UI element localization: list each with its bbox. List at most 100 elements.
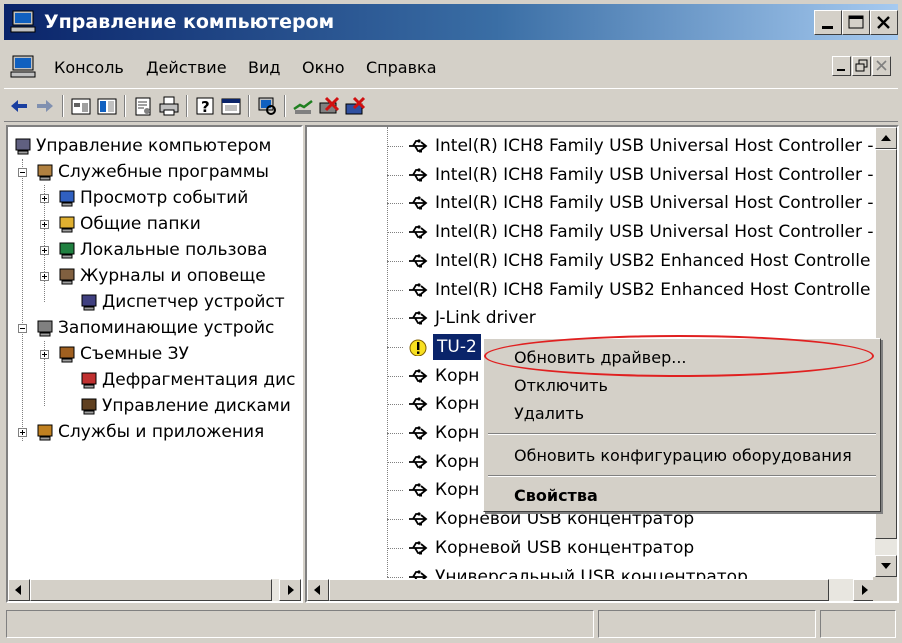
device-item-label: Корн [435, 365, 480, 386]
device-manager-icon [81, 294, 97, 311]
arrow-down-icon [881, 563, 891, 569]
minimize-icon [837, 69, 845, 71]
menu-item-properties[interactable]: Свойства [514, 486, 598, 505]
properties-icon[interactable] [132, 95, 154, 117]
scroll-left-button[interactable] [307, 579, 329, 601]
menu-console[interactable]: Консоль [54, 58, 124, 77]
toolbar-separator [62, 95, 64, 117]
scroll-thumb[interactable] [30, 579, 272, 601]
window-title: Управление компьютером [44, 11, 335, 33]
tree-connector [387, 547, 403, 549]
help-icon[interactable]: ? [194, 95, 216, 117]
scroll-left-button[interactable] [8, 579, 30, 601]
menu-view[interactable]: Вид [248, 58, 280, 77]
event-viewer-icon [59, 190, 75, 207]
defrag-icon [81, 372, 97, 389]
arrow-up-icon [881, 135, 891, 141]
minimize-button[interactable] [814, 10, 842, 35]
device-item-label: Корн [435, 480, 480, 501]
menu-window[interactable]: Окно [302, 58, 345, 77]
menu-item-disable[interactable]: Отключить [514, 376, 608, 395]
scroll-down-button[interactable] [875, 555, 897, 577]
computer-management-icon [10, 10, 36, 33]
mdi-controls [832, 56, 892, 78]
usb-icon [409, 139, 428, 153]
services-icon [37, 424, 53, 441]
device-item-label: Корн [435, 423, 480, 443]
tree-connector [22, 159, 23, 441]
show-tree-icon[interactable] [96, 95, 118, 117]
menu-action[interactable]: Действие [146, 58, 227, 77]
expand-icon[interactable] [40, 272, 49, 281]
usb-icon [409, 311, 428, 325]
expand-icon[interactable] [40, 246, 49, 255]
up-folder-icon[interactable] [70, 95, 92, 117]
update-driver-icon[interactable] [292, 95, 314, 117]
collapse-icon[interactable] [18, 168, 27, 177]
close-icon [877, 16, 890, 29]
close-icon [876, 60, 887, 71]
scroll-right-button[interactable] [853, 579, 875, 601]
status-panel-main [6, 610, 594, 638]
print-icon[interactable] [158, 95, 180, 117]
arrow-right-icon [288, 585, 294, 595]
menu-item-uninstall[interactable]: Удалить [514, 404, 584, 423]
scroll-thumb[interactable] [329, 579, 829, 601]
minimize-icon [822, 26, 833, 29]
tree-connector [387, 174, 403, 176]
tree-connector [387, 127, 388, 577]
toolbar-separator [186, 95, 188, 117]
tree-connector [387, 346, 403, 348]
maximize-button[interactable] [842, 10, 870, 35]
console-icon[interactable] [220, 95, 242, 117]
console-tree-pane[interactable]: Управление компьютером Служебные программ… [6, 125, 303, 603]
mdi-restore-button[interactable] [852, 56, 871, 76]
expand-icon[interactable] [40, 350, 49, 359]
tree-connector [387, 375, 403, 377]
device-item-label: Корневой USB концентратор [435, 537, 695, 558]
device-horizontal-scrollbar[interactable] [307, 579, 875, 601]
tree-item-label: Общие папки [80, 214, 201, 234]
tree-item-label: Журналы и оповеще [80, 266, 266, 286]
arrow-left-icon [314, 585, 320, 595]
device-item-label: Intel(R) ICH8 Family USB Universal Host … [435, 222, 874, 243]
disable-icon[interactable] [318, 95, 340, 117]
device-item-label: Intel(R) ICH8 Family USB Universal Host … [435, 193, 874, 214]
expand-icon[interactable] [40, 220, 49, 229]
expand-icon[interactable] [18, 428, 27, 437]
computer-management-window: Управление компьютером Консоль Действие … [0, 0, 902, 643]
expand-icon[interactable] [40, 194, 49, 203]
usb-icon [409, 282, 428, 296]
device-item-label: TU-2 [433, 333, 481, 360]
tree-item-label: Съемные ЗУ [80, 344, 189, 364]
uninstall-icon[interactable] [344, 95, 366, 117]
shared-folder-icon [59, 216, 75, 233]
usb-icon [409, 455, 428, 469]
scroll-right-button[interactable] [279, 579, 301, 601]
users-icon [59, 242, 75, 259]
usb-icon [409, 483, 428, 497]
collapse-icon[interactable] [18, 324, 27, 333]
mdi-minimize-button[interactable] [832, 56, 851, 76]
maximize-icon [848, 15, 864, 29]
title-bar[interactable]: Управление компьютером [4, 4, 898, 40]
scroll-up-button[interactable] [875, 127, 897, 149]
console-window-icon [10, 55, 36, 78]
tree-connector [387, 318, 403, 320]
device-item-label: Intel(R) ICH8 Family USB2 Enhanced Host … [435, 279, 871, 300]
menu-item-scan-hardware[interactable]: Обновить конфигурацию оборудования [514, 446, 852, 465]
menu-help[interactable]: Справка [366, 58, 437, 77]
svg-text:?: ? [201, 98, 210, 116]
usb-icon [409, 426, 428, 440]
forward-arrow-icon[interactable] [34, 95, 56, 117]
mdi-close-button[interactable] [872, 56, 891, 76]
close-button[interactable] [870, 10, 898, 35]
scan-hardware-icon[interactable] [256, 95, 278, 117]
toolbar-separator [124, 95, 126, 117]
back-arrow-icon[interactable] [8, 95, 30, 117]
tree-horizontal-scrollbar[interactable] [8, 579, 301, 601]
menu-item-update-driver[interactable]: Обновить драйвер... [514, 348, 686, 367]
tree-connector [387, 232, 403, 234]
tree-connector [387, 260, 403, 262]
tools-icon [37, 164, 53, 181]
